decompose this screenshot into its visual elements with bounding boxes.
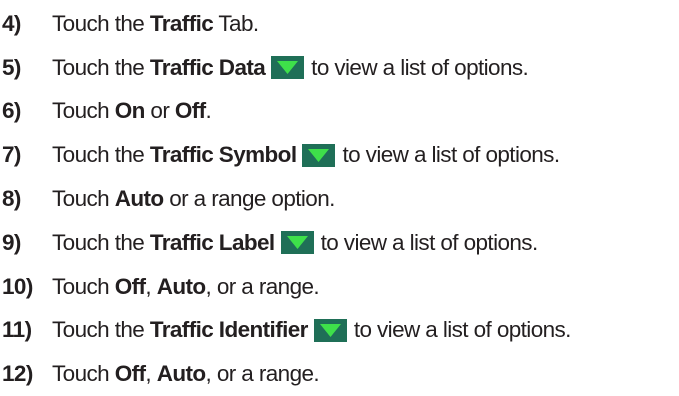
step-text: Touch On or Off.: [52, 98, 212, 124]
step-keyword: Off: [114, 273, 146, 299]
step-number: 8): [2, 186, 21, 212]
step-text-fragment: ,: [145, 361, 157, 387]
step-keyword: Traffic Data: [149, 54, 266, 80]
step-item: 7) Touch the Traffic Symbol to view a list…: [0, 133, 679, 177]
step-item: 4) Touch the Traffic Tab.: [0, 2, 679, 46]
step-text-fragment: to view a list of options.: [311, 54, 529, 80]
step-text-fragment: , or a range.: [205, 273, 320, 299]
step-text-fragment: to view a list of options.: [353, 317, 572, 343]
step-keyword: Auto: [114, 186, 164, 212]
step-text-fragment: Touch: [52, 273, 115, 299]
step-text-fragment: Touch the: [52, 229, 150, 255]
step-text: Touch the Traffic Data to view a list of …: [52, 54, 529, 81]
dropdown-arrow-icon: [271, 56, 305, 80]
step-text-fragment: or: [144, 98, 175, 124]
step-keyword: Auto: [156, 273, 206, 299]
step-text-fragment: Touch: [52, 98, 115, 124]
step-number: 5): [2, 54, 21, 80]
step-keyword: Traffic: [149, 10, 214, 36]
step-item: 12) Touch Off, Auto, or a range.: [0, 352, 679, 396]
step-number: 4): [2, 10, 21, 36]
step-item: 8) Touch Auto or a range option.: [0, 177, 679, 221]
step-text: Touch Auto or a range option.: [52, 186, 335, 212]
step-item: 10) Touch Off, Auto, or a range.: [0, 265, 679, 309]
step-text-fragment: Touch the: [52, 54, 150, 80]
step-number: 7): [2, 142, 21, 168]
dropdown-arrow-icon: [313, 318, 347, 342]
step-text: Touch Off, Auto, or a range.: [52, 361, 320, 387]
step-text: Touch the Traffic Identifier to view a li…: [52, 317, 571, 343]
step-item: 11) Touch the Traffic Identifier to view a…: [0, 309, 679, 353]
step-text-fragment: Touch the: [52, 317, 150, 343]
step-text: Touch the Traffic Symbol to view a list o…: [52, 142, 560, 168]
step-text-fragment: Touch: [52, 186, 115, 212]
dropdown-arrow-icon: [280, 231, 314, 255]
step-number: 9): [2, 229, 21, 255]
step-item: 6) Touch On or Off.: [0, 90, 679, 134]
step-text-fragment: Touch: [52, 361, 115, 387]
step-text-fragment: .: [205, 98, 212, 124]
step-keyword: Off: [174, 98, 206, 124]
step-text: Touch Off, Auto, or a range.: [52, 273, 320, 300]
step-number: 12): [2, 361, 33, 387]
step-number: 10): [2, 273, 33, 299]
step-keyword: Auto: [156, 361, 206, 387]
step-text-fragment: Touch the: [52, 10, 150, 36]
step-text-fragment: , or a range.: [205, 361, 320, 387]
step-text-fragment: Tab.: [213, 10, 259, 36]
step-item: 5) Touch the Traffic Data to view a list o…: [0, 46, 679, 90]
step-keyword: Traffic Label: [149, 229, 275, 255]
step-keyword: Traffic Identifier: [149, 317, 309, 343]
step-text-fragment: Touch the: [52, 142, 150, 168]
step-keyword: On: [114, 98, 146, 124]
step-keyword: Traffic Symbol: [149, 142, 297, 168]
step-item: 9) Touch the Traffic Label to view a list …: [0, 221, 679, 265]
step-text-fragment: ,: [145, 273, 157, 299]
step-keyword: Off: [114, 361, 146, 387]
step-text-fragment: or a range option.: [163, 186, 335, 212]
instruction-steps: 4) Touch the Traffic Tab. 5) Touch the Traf…: [0, 2, 679, 396]
dropdown-arrow-icon: [302, 143, 336, 167]
step-number: 11): [2, 317, 32, 343]
step-text: Touch the Traffic Tab.: [52, 11, 259, 37]
step-text-fragment: to view a list of options.: [342, 142, 560, 168]
step-text: Touch the Traffic Label to view a list of…: [52, 230, 538, 256]
step-number: 6): [2, 98, 21, 124]
step-text-fragment: to view a list of options.: [320, 229, 539, 255]
